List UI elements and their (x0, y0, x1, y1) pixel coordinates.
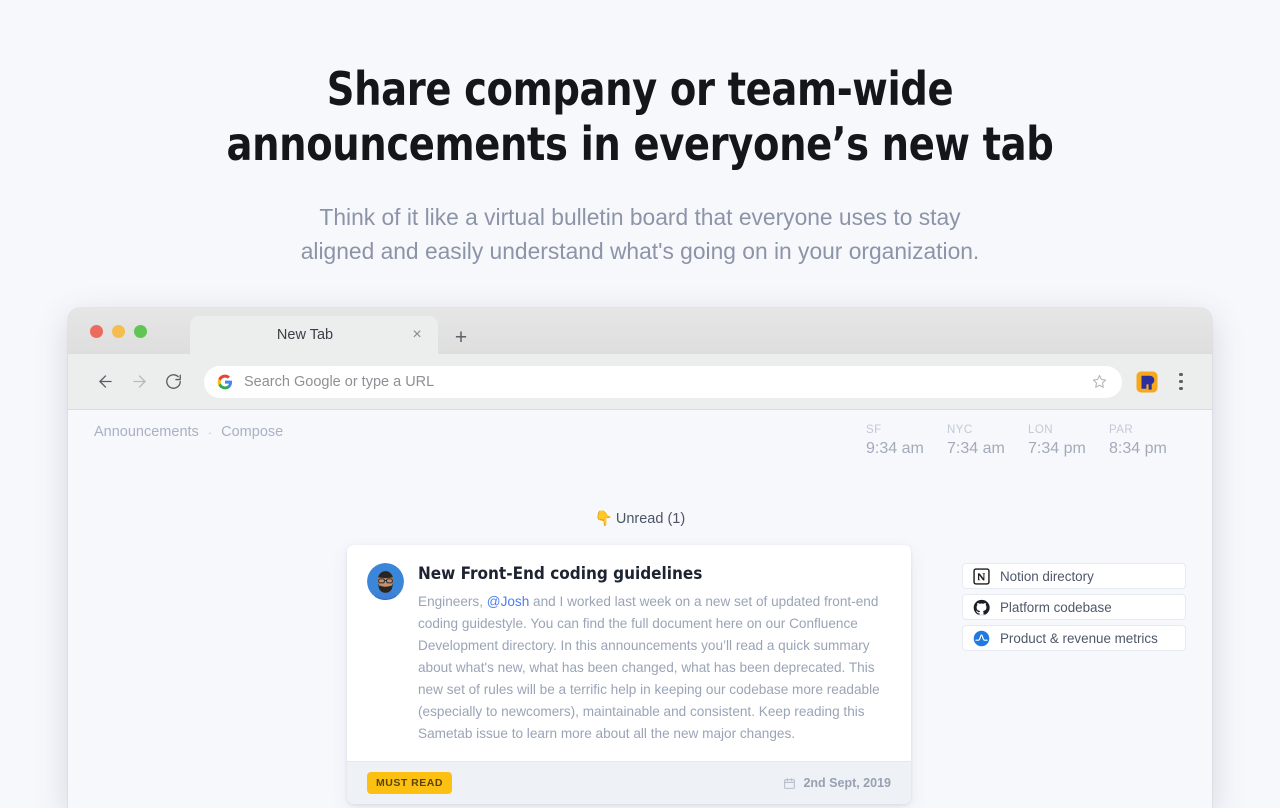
announcement-card-body: New Front-End coding guidelines Engineer… (347, 545, 911, 761)
omnibox-placeholder: Search Google or type a URL (244, 373, 435, 390)
announcement-card-footer: MUST READ 2nd Sept, 2019 (347, 761, 911, 805)
unread-indicator: 👇 Unread (1) (68, 510, 1212, 527)
pointing-down-icon: 👇 (594, 511, 613, 527)
browser-menu-icon[interactable] (1168, 369, 1194, 395)
announcement-card[interactable]: New Front-End coding guidelines Engineer… (347, 545, 911, 805)
page-subtitle-line-2: aligned and easily understand what's goi… (300, 238, 980, 265)
quick-link-label: Product & revenue metrics (1000, 630, 1158, 646)
tab-title: New Tab (276, 327, 334, 343)
maximize-window-button[interactable] (134, 325, 147, 338)
notion-icon (973, 567, 990, 585)
mention-link-josh[interactable]: @Josh (487, 594, 530, 609)
google-icon (217, 374, 233, 390)
quick-link-label: Platform codebase (1000, 599, 1112, 615)
world-clock-city: LON (1028, 424, 1053, 436)
reload-icon[interactable] (156, 365, 190, 399)
new-tab-button[interactable]: + (446, 322, 476, 352)
breadcrumb-separator: · (207, 424, 213, 440)
unread-label: Unread (1) (615, 511, 686, 527)
github-icon (973, 599, 990, 616)
world-clock-sf: SF 9:34 am (866, 424, 947, 458)
content-row: New Front-End coding guidelines Engineer… (68, 545, 1212, 805)
minimize-window-button[interactable] (112, 325, 125, 338)
hero-section: Share company or team-wide announcements… (0, 0, 1280, 269)
back-icon[interactable] (88, 365, 122, 399)
world-clock-time: 7:34 am (947, 440, 1005, 457)
window-controls (90, 325, 147, 338)
close-icon[interactable]: × (402, 320, 432, 350)
page-subtitle-line-1: Think of it like a virtual bulletin boar… (319, 204, 961, 231)
forward-icon[interactable] (122, 365, 156, 399)
bookmark-star-icon[interactable] (1091, 373, 1108, 390)
quick-links-rail: Notion directory Platform codebase Produ… (962, 563, 1186, 656)
world-clocks: SF 9:34 am NYC 7:34 am LON 7:34 pm PAR 8… (866, 424, 1190, 458)
quick-link-product-revenue-metrics[interactable]: Product & revenue metrics (962, 625, 1186, 651)
page-title: Share company or team-wide announcements… (45, 62, 1235, 171)
calendar-icon (784, 777, 796, 789)
close-window-button[interactable] (90, 325, 103, 338)
announcement-date-label: 2nd Sept, 2019 (803, 776, 891, 791)
browser-window: New Tab × + Search Google or type a URL … (68, 308, 1212, 808)
page-subtitle: Think of it like a virtual bulletin boar… (19, 201, 1261, 269)
browser-tab-new-tab[interactable]: New Tab × (190, 316, 438, 354)
amplitude-icon (973, 630, 990, 646)
breadcrumb: Announcements · Compose (94, 424, 283, 440)
world-clock-time: 7:34 pm (1028, 440, 1086, 457)
announcement-date: 2nd Sept, 2019 (783, 776, 891, 790)
world-clock-time: 9:34 am (866, 440, 924, 457)
world-clock-city: PAR (1109, 424, 1134, 436)
avatar (367, 563, 404, 600)
browser-toolbar: Search Google or type a URL (68, 354, 1212, 410)
world-clock-par: PAR 8:34 pm (1109, 424, 1190, 458)
world-clock-lon: LON 7:34 pm (1028, 424, 1109, 458)
world-clock-time: 8:34 pm (1109, 440, 1167, 457)
app-header: Announcements · Compose SF 9:34 am NYC 7… (68, 410, 1212, 458)
announcement-text: Engineers, @Josh and I worked last week … (418, 591, 889, 745)
breadcrumb-announcements[interactable]: Announcements (94, 424, 199, 440)
world-clock-city: NYC (947, 424, 973, 436)
announcement-text-lead: Engineers, (418, 594, 487, 609)
quick-link-label: Notion directory (1000, 568, 1094, 584)
quick-link-platform-codebase[interactable]: Platform codebase (962, 594, 1186, 620)
announcement-text-rest: and I worked last week on a new set of u… (418, 594, 880, 742)
browser-tab-strip: New Tab × + (68, 308, 1212, 354)
page-title-line-1: Share company or team-wide (326, 62, 954, 116)
quick-link-notion-directory[interactable]: Notion directory (962, 563, 1186, 589)
breadcrumb-compose[interactable]: Compose (221, 424, 283, 440)
world-clock-nyc: NYC 7:34 am (947, 424, 1028, 458)
status-badge: MUST READ (367, 772, 452, 795)
page-title-line-2: announcements in everyone’s new tab (226, 116, 1054, 171)
new-tab-page: Announcements · Compose SF 9:34 am NYC 7… (68, 410, 1212, 808)
omnibox[interactable]: Search Google or type a URL (204, 365, 1122, 398)
announcement-title: New Front-End coding guidelines (418, 564, 703, 584)
announcement-content: New Front-End coding guidelines Engineer… (418, 563, 889, 745)
world-clock-city: SF (866, 424, 882, 436)
sametab-extension-icon[interactable] (1134, 369, 1160, 395)
